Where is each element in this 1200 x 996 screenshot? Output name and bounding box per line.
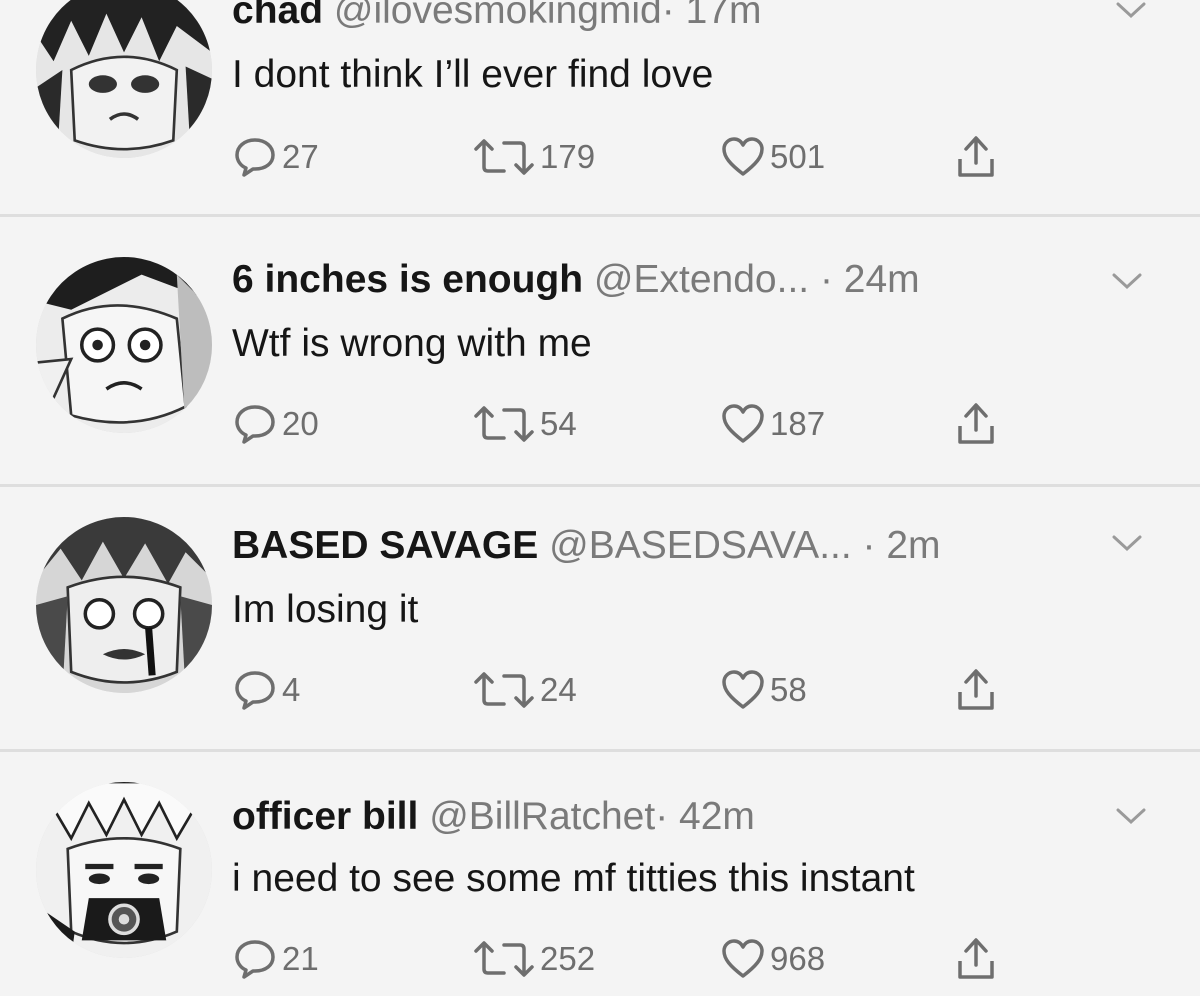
reply-button[interactable]: 20 — [232, 401, 319, 447]
tweet-actions: 21 252 968 — [232, 936, 1052, 982]
share-icon — [958, 403, 994, 444]
user-handle[interactable]: @BASEDSAVA... — [549, 524, 852, 567]
retweet-count: 179 — [540, 138, 596, 175]
like-button[interactable]: 58 — [720, 667, 807, 713]
tweet-header: BASED SAVAGE @BASEDSAVA... · 2m — [232, 523, 941, 569]
retweet-icon — [474, 406, 534, 442]
like-button[interactable]: 968 — [720, 936, 825, 982]
user-handle[interactable]: @ilovesmokingmid — [334, 0, 662, 32]
tweet-header: 6 inches is enough @Extendo... · 24m — [232, 257, 920, 303]
tweet-actions: 4 24 58 — [232, 667, 1052, 713]
tweet-text: i need to see some mf titties this insta… — [232, 857, 915, 900]
timestamp: · 24m — [819, 258, 920, 301]
heart-icon — [722, 137, 764, 176]
avatar[interactable] — [36, 517, 212, 693]
timestamp: · 17m — [661, 0, 762, 32]
tweet-text: Wtf is wrong with me — [232, 322, 592, 365]
tweet[interactable]: officer bill @BillRatchet· 42m i need to… — [0, 752, 1200, 996]
reply-count: 20 — [282, 405, 319, 442]
avatar[interactable] — [36, 257, 212, 433]
avatar[interactable] — [36, 0, 212, 158]
reply-button[interactable]: 27 — [232, 134, 319, 180]
tweet-actions: 20 54 187 — [232, 401, 1052, 447]
share-icon — [958, 938, 994, 979]
retweet-count: 24 — [540, 671, 577, 708]
retweet-count: 252 — [540, 940, 596, 977]
timeline-feed: chad @ilovesmokingmid· 17m I dont think … — [0, 0, 1200, 996]
display-name[interactable]: 6 inches is enough — [232, 258, 583, 301]
tweet-text: Im losing it — [232, 588, 419, 631]
avatar[interactable] — [36, 782, 212, 958]
heart-icon — [722, 670, 764, 709]
display-name[interactable]: BASED SAVAGE — [232, 524, 538, 567]
like-button[interactable]: 501 — [720, 134, 825, 180]
share-button[interactable] — [954, 667, 998, 713]
avatar-image — [36, 517, 212, 693]
retweet-count: 54 — [540, 405, 577, 442]
reply-icon — [235, 405, 275, 444]
tweet-header: chad @ilovesmokingmid· 17m — [232, 0, 761, 34]
reply-icon — [235, 138, 275, 177]
chevron-down-icon[interactable] — [1110, 271, 1144, 293]
avatar-image — [36, 0, 212, 158]
tweet[interactable]: 6 inches is enough @Extendo... · 24m Wtf… — [0, 217, 1200, 485]
reply-icon — [235, 671, 275, 710]
retweet-button[interactable]: 179 — [472, 134, 595, 180]
reply-count: 27 — [282, 138, 319, 175]
tweet[interactable]: BASED SAVAGE @BASEDSAVA... · 2m Im losin… — [0, 487, 1200, 750]
retweet-button[interactable]: 252 — [472, 936, 595, 982]
tweet-text: I dont think I’ll ever find love — [232, 53, 714, 96]
retweet-button[interactable]: 54 — [472, 401, 577, 447]
retweet-icon — [474, 672, 534, 708]
share-icon — [958, 136, 994, 177]
retweet-button[interactable]: 24 — [472, 667, 577, 713]
display-name[interactable]: officer bill — [232, 795, 418, 838]
heart-icon — [722, 404, 764, 443]
avatar-image — [36, 257, 212, 433]
like-count: 58 — [770, 671, 807, 708]
timestamp: · 42m — [655, 795, 755, 838]
like-count: 968 — [770, 940, 826, 977]
chevron-down-icon[interactable] — [1114, 806, 1148, 828]
chevron-down-icon[interactable] — [1114, 0, 1148, 22]
avatar-image — [36, 782, 212, 958]
tweet-actions: 27 179 501 — [232, 134, 1052, 180]
like-count: 187 — [770, 405, 826, 442]
user-handle[interactable]: @BillRatchet — [429, 795, 655, 838]
share-icon — [958, 669, 994, 710]
like-button[interactable]: 187 — [720, 401, 825, 447]
retweet-icon — [474, 139, 534, 175]
timestamp: · 2m — [862, 524, 941, 567]
reply-button[interactable]: 21 — [232, 936, 319, 982]
display-name[interactable]: chad — [232, 0, 323, 32]
share-button[interactable] — [954, 134, 998, 180]
tweet[interactable]: chad @ilovesmokingmid· 17m I dont think … — [0, 0, 1200, 215]
heart-icon — [722, 939, 764, 978]
reply-count: 21 — [282, 940, 319, 977]
like-count: 501 — [770, 138, 826, 175]
user-handle[interactable]: @Extendo... — [594, 258, 809, 301]
reply-icon — [235, 940, 275, 979]
tweet-header: officer bill @BillRatchet· 42m — [232, 794, 755, 840]
reply-button[interactable]: 4 — [232, 667, 300, 713]
retweet-icon — [474, 941, 534, 977]
share-button[interactable] — [954, 401, 998, 447]
reply-count: 4 — [282, 671, 301, 708]
chevron-down-icon[interactable] — [1110, 533, 1144, 555]
share-button[interactable] — [954, 936, 998, 982]
